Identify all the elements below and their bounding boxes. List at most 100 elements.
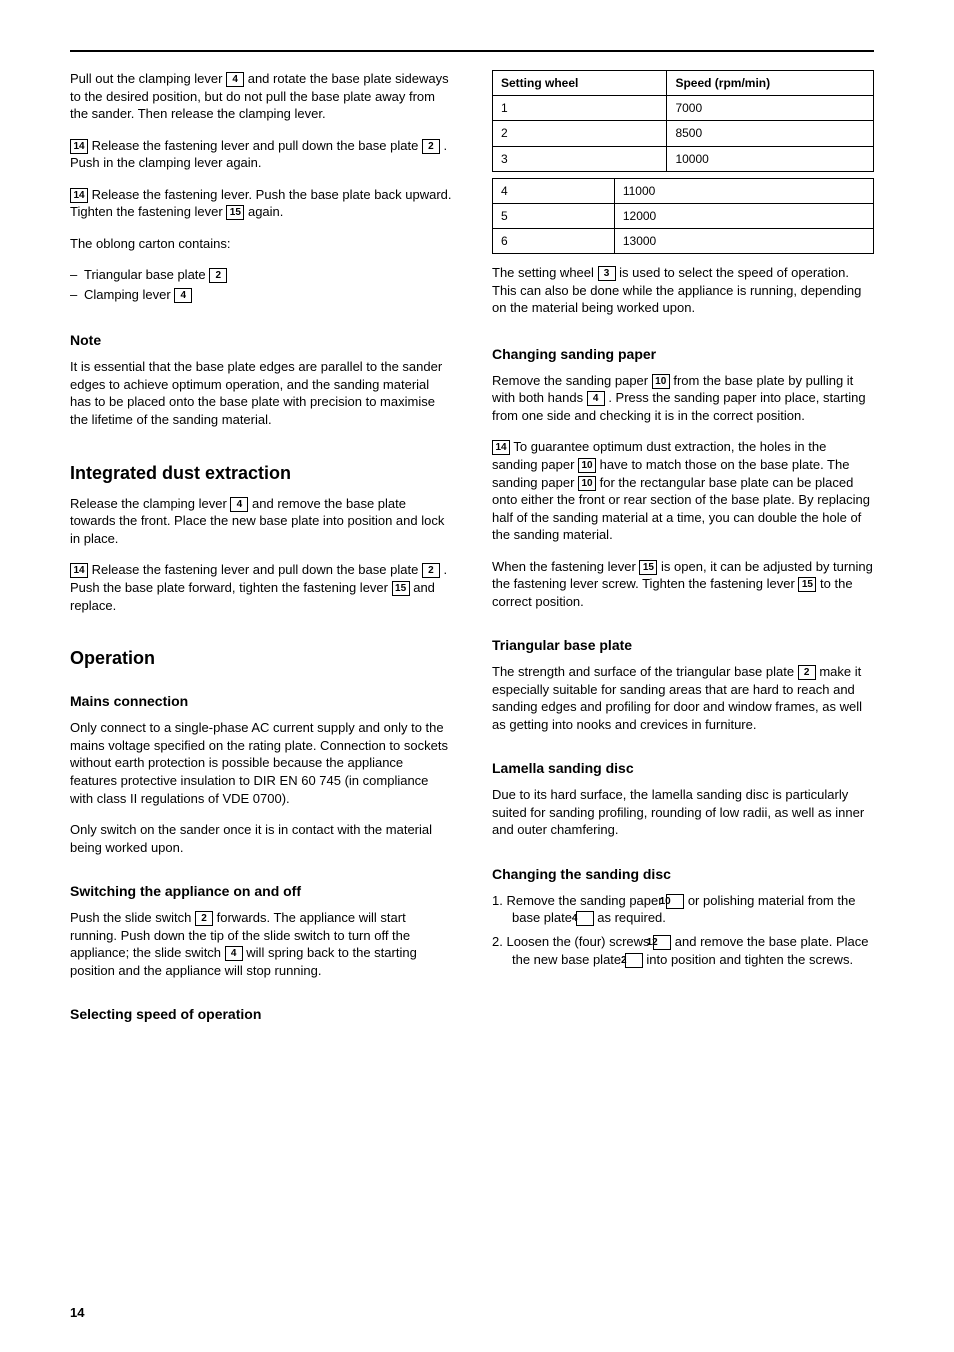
section-operation: Operation	[70, 646, 452, 670]
cell: 12000	[614, 203, 873, 228]
ref-4-icon: 4	[174, 288, 192, 303]
ref-14-icon: 14	[492, 440, 510, 455]
speed-table-2: 4 11000 5 12000 6 13000	[492, 178, 874, 255]
subsection-tri-plate: Triangular base plate	[492, 636, 874, 655]
table-header-setting: Setting wheel	[493, 71, 667, 96]
para-tri-plate: The strength and surface of the triangul…	[492, 663, 874, 733]
cell: 5	[493, 203, 615, 228]
ref-4-icon: 4	[587, 391, 605, 406]
ref-14-icon: 14	[70, 188, 88, 203]
note-heading: Note	[70, 331, 452, 350]
cell: 1	[493, 96, 667, 121]
text: Pull out the clamping lever	[70, 71, 226, 86]
ref-15-icon: 15	[392, 581, 410, 596]
section-dust-extraction: Integrated dust extraction	[70, 461, 452, 485]
para-switch-contact: Only switch on the sander once it is in …	[70, 821, 452, 856]
para-carton-contains: The oblong carton contains:	[70, 235, 452, 253]
ref-15-icon: 15	[798, 577, 816, 592]
ref-15-icon: 15	[226, 205, 244, 220]
cell: 8500	[667, 121, 874, 146]
cell: 2	[493, 121, 667, 146]
ref-4-icon: 4	[230, 497, 248, 512]
cell: 3	[493, 146, 667, 171]
ref-10-icon: 10	[578, 458, 596, 473]
text: Release the clamping lever	[70, 496, 230, 511]
table-row: 1 7000	[493, 96, 874, 121]
text: Push the slide switch	[70, 910, 195, 925]
text: Loosen the (four) screws	[506, 934, 653, 949]
para-remove-paper: Remove the sanding paper 10 from the bas…	[492, 372, 874, 425]
para-push-up: 14 Release the fastening lever. Push the…	[70, 186, 452, 221]
right-column: Setting wheel Speed (rpm/min) 1 7000 2 8…	[492, 70, 874, 1032]
page-number: 14	[70, 1304, 84, 1322]
ref-12-icon: 12	[653, 935, 671, 950]
para-change-disc-2: 2. Loosen the (four) screws 12 and remov…	[492, 933, 874, 968]
ref-14-icon: 14	[70, 139, 88, 154]
text: again.	[248, 204, 283, 219]
cell: 11000	[614, 178, 873, 203]
ref-2-icon: 2	[798, 665, 816, 680]
text: Release the fastening lever and pull dow…	[92, 562, 422, 577]
ref-4-icon: 4	[576, 911, 594, 926]
page-columns: Pull out the clamping lever 4 and rotate…	[70, 70, 874, 1032]
table-row: 5 12000	[493, 203, 874, 228]
text: as required.	[597, 910, 666, 925]
ref-2-icon: 2	[422, 139, 440, 154]
table-row: 3 10000	[493, 146, 874, 171]
para-change-disc-1: 1. Remove the sanding paper 10 or polish…	[492, 892, 874, 927]
text: into position and tighten the screws.	[646, 952, 853, 967]
carton-list: Triangular base plate 2 Clamping lever 4	[70, 266, 452, 305]
para-mains: Only connect to a single-phase AC curren…	[70, 719, 452, 807]
table-header-speed: Speed (rpm/min)	[667, 71, 874, 96]
para-fastening-adjust: When the fastening lever 15 is open, it …	[492, 558, 874, 611]
ref-10-icon: 10	[578, 476, 596, 491]
list-item: Clamping lever 4	[70, 286, 452, 304]
ref-10-icon: 10	[652, 374, 670, 389]
ref-4-icon: 4	[225, 946, 243, 961]
para-dust-remove: Release the clamping lever 4 and remove …	[70, 495, 452, 548]
speed-table: Setting wheel Speed (rpm/min) 1 7000 2 8…	[492, 70, 874, 172]
subsection-mains: Mains connection	[70, 692, 452, 711]
text: The setting wheel	[492, 265, 598, 280]
note-body: It is essential that the base plate edge…	[70, 358, 452, 428]
ref-15-icon: 15	[639, 560, 657, 575]
subsection-speed: Selecting speed of operation	[70, 1005, 452, 1024]
subsection-sanding-paper: Changing sanding paper	[492, 345, 874, 364]
table-row: Setting wheel Speed (rpm/min)	[493, 71, 874, 96]
subsection-onoff: Switching the appliance on and off	[70, 882, 452, 901]
ref-2-icon: 2	[209, 268, 227, 283]
cell: 7000	[667, 96, 874, 121]
cell: 6	[493, 229, 615, 254]
table-row: 6 13000	[493, 229, 874, 254]
ref-4-icon: 4	[226, 72, 244, 87]
ref-14-icon: 14	[70, 563, 88, 578]
text: Release the fastening lever and pull dow…	[92, 138, 422, 153]
text: Triangular base plate	[84, 267, 209, 282]
para-onoff: Push the slide switch 2 forwards. The ap…	[70, 909, 452, 979]
para-guarantee-extraction: 14 To guarantee optimum dust extraction,…	[492, 438, 874, 543]
para-lamella: Due to its hard surface, the lamella san…	[492, 786, 874, 839]
ref-2-icon: 2	[422, 563, 440, 578]
para-release-pull: 14 Release the fastening lever and pull …	[70, 137, 452, 172]
ref-2-icon: 2	[625, 953, 643, 968]
subsection-change-disc: Changing the sanding disc	[492, 865, 874, 884]
para-rotate-baseplate: Pull out the clamping lever 4 and rotate…	[70, 70, 452, 123]
subsection-lamella: Lamella sanding disc	[492, 759, 874, 778]
text: The strength and surface of the triangul…	[492, 664, 798, 679]
list-item: Triangular base plate 2	[70, 266, 452, 284]
text: Remove the sanding paper	[506, 893, 666, 908]
table-row: 4 11000	[493, 178, 874, 203]
left-column: Pull out the clamping lever 4 and rotate…	[70, 70, 452, 1032]
para-dust-fasten: 14 Release the fastening lever and pull …	[70, 561, 452, 614]
ref-3-icon: 3	[598, 266, 616, 281]
cell: 10000	[667, 146, 874, 171]
ref-2-icon: 2	[195, 911, 213, 926]
cell: 4	[493, 178, 615, 203]
text: Remove the sanding paper	[492, 373, 652, 388]
cell: 13000	[614, 229, 873, 254]
ref-10-icon: 10	[666, 894, 684, 909]
para-setting-wheel: The setting wheel 3 is used to select th…	[492, 264, 874, 317]
table-row: 2 8500	[493, 121, 874, 146]
text: When the fastening lever	[492, 559, 639, 574]
text: Clamping lever	[84, 287, 174, 302]
